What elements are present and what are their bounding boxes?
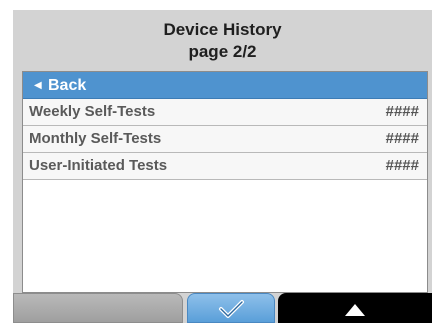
menu-item-label: Monthly Self-Tests <box>29 130 162 147</box>
menu-list: ◀ Back Weekly Self-Tests #### Monthly Se… <box>22 71 428 293</box>
softkey-bar <box>13 293 432 323</box>
page-title: Device History <box>163 20 282 39</box>
back-label: Back <box>48 77 87 94</box>
menu-item-value: #### <box>385 130 419 147</box>
menu-item-value: #### <box>385 103 419 120</box>
menu-item-weekly-self-tests[interactable]: Weekly Self-Tests #### <box>23 99 427 126</box>
confirm-softkey[interactable] <box>187 293 275 323</box>
menu-item-label: Weekly Self-Tests <box>29 103 156 120</box>
menu-item-value: #### <box>385 157 419 174</box>
up-arrow-icon <box>345 304 365 316</box>
checkmark-icon <box>219 300 244 318</box>
menu-item-monthly-self-tests[interactable]: Monthly Self-Tests #### <box>23 126 427 153</box>
menu-item-user-initiated-tests[interactable]: User-Initiated Tests #### <box>23 153 427 180</box>
up-softkey[interactable] <box>278 293 432 323</box>
menu-item-label: User-Initiated Tests <box>29 157 168 174</box>
screen-header: Device History page 2/2 <box>13 10 432 70</box>
page-indicator: page 2/2 <box>188 42 257 61</box>
left-softkey[interactable] <box>13 293 183 323</box>
back-arrow-icon: ◀ <box>34 80 42 91</box>
device-screen: Device History page 2/2 ◀ Back Weekly Se… <box>13 10 432 323</box>
back-menu-item[interactable]: ◀ Back <box>23 72 427 99</box>
